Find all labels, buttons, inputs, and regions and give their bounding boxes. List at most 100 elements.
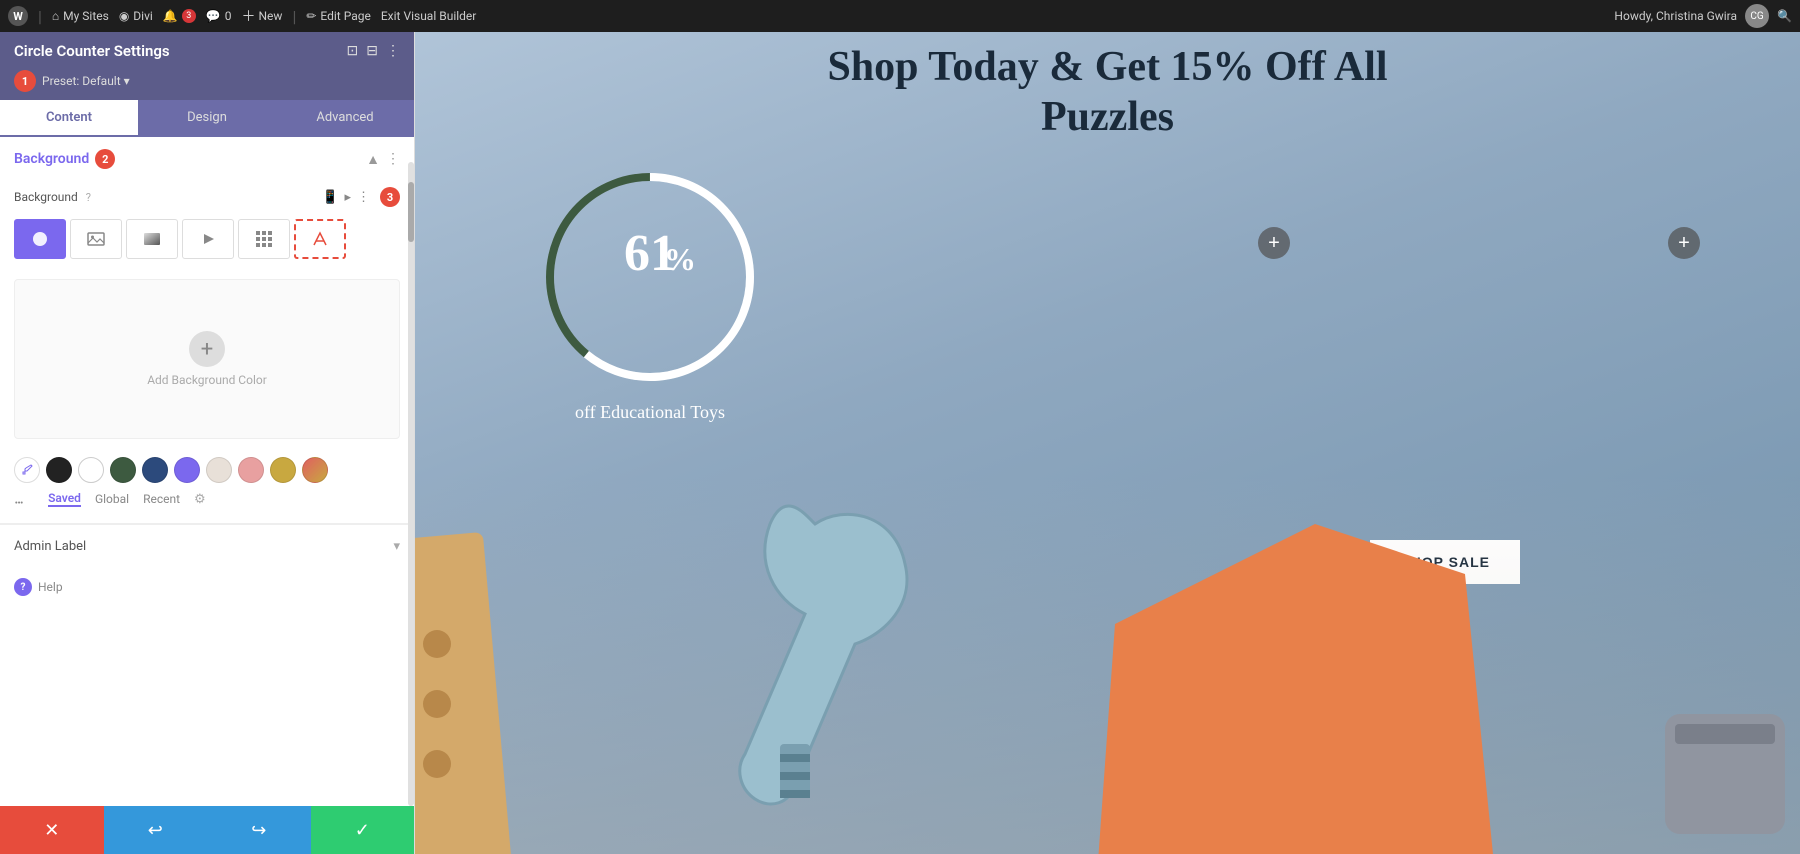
add-background-label: Add Background Color — [147, 373, 267, 387]
new-button[interactable]: ＋ New — [241, 6, 282, 26]
mobile-icon[interactable]: 📱 — [322, 190, 338, 205]
add-background-button[interactable]: + — [189, 331, 225, 367]
undo-button[interactable]: ↩ — [104, 806, 208, 854]
badge-3: 3 — [380, 187, 400, 207]
more-options-icon[interactable]: ⋮ — [386, 43, 400, 59]
admin-label-section: Admin Label ▾ — [0, 524, 414, 568]
responsive-icon[interactable]: ⊡ — [347, 43, 359, 59]
color-picker-area: + Add Background Color — [14, 279, 400, 439]
swatch-dark-green[interactable] — [110, 457, 136, 483]
section-more-icon[interactable]: ⋮ — [386, 151, 400, 167]
circle-counter-widget: 61 % off Educational Toys — [535, 162, 765, 423]
circle-svg: 61 % — [535, 162, 765, 392]
swatch-black[interactable] — [46, 457, 72, 483]
admin-label-title: Admin Label — [14, 539, 86, 554]
redo-button[interactable]: ↪ — [207, 806, 311, 854]
background-help-icon[interactable]: ? — [86, 191, 91, 204]
bg-type-video-button[interactable] — [182, 219, 234, 259]
tab-advanced[interactable]: Advanced — [276, 100, 414, 137]
badge-1: 1 — [14, 70, 36, 92]
left-panel: Circle Counter Settings ⊡ ⊟ ⋮ 1 Preset: … — [0, 32, 415, 854]
divi-icon: ◉ — [119, 9, 129, 23]
divi-menu[interactable]: ◉ Divi — [119, 9, 153, 23]
exit-visual-builder-button[interactable]: Exit Visual Builder — [381, 9, 477, 23]
admin-bar-right: Howdy, Christina Gwira CG 🔍 — [1614, 4, 1792, 28]
chevron-up-icon[interactable]: ▲ — [366, 151, 380, 168]
admin-label-chevron-icon: ▾ — [393, 539, 400, 554]
sites-icon: ⌂ — [52, 9, 59, 23]
pencil-icon: ✏ — [306, 9, 316, 23]
color-swatches-row — [14, 457, 400, 483]
circle-label: off Educational Toys — [575, 402, 725, 423]
comment-count[interactable]: 💬 0 — [206, 9, 232, 23]
color-tab-recent[interactable]: Recent — [143, 492, 180, 506]
panel-scrollbar-thumb — [408, 182, 414, 242]
panel-title: Circle Counter Settings — [14, 42, 170, 60]
bg-type-mask-button[interactable] — [294, 219, 346, 259]
edit-page-button[interactable]: ✏ Edit Page — [306, 9, 371, 23]
howdy-text: Howdy, Christina Gwira — [1614, 9, 1737, 23]
tabs-row: Content Design Advanced — [0, 100, 414, 137]
panel-header-icons: ⊡ ⊟ ⋮ — [347, 43, 400, 59]
tab-content[interactable]: Content — [0, 100, 138, 137]
admin-label-header[interactable]: Admin Label ▾ — [14, 539, 400, 554]
color-settings-gear-icon[interactable]: ⚙ — [194, 492, 206, 507]
color-tab-saved[interactable]: Saved — [48, 491, 81, 507]
panel-header: Circle Counter Settings ⊡ ⊟ ⋮ — [0, 32, 414, 68]
toy-background — [415, 474, 1800, 854]
swatch-white[interactable] — [78, 457, 104, 483]
bg-type-image-button[interactable] — [70, 219, 122, 259]
swatch-purple[interactable] — [174, 457, 200, 483]
ellipsis-icon[interactable]: ⋮ — [357, 190, 370, 205]
swatch-gradient[interactable] — [302, 457, 328, 483]
plus-icon: + — [201, 337, 213, 362]
background-label: Background — [14, 190, 78, 204]
admin-bar-left: W | ⌂ My Sites ◉ Divi 🔔 3 💬 0 ＋ New | ✏ … — [8, 6, 476, 26]
save-button[interactable]: ✓ — [311, 806, 415, 854]
background-section: Background 2 ▲ ⋮ Background ? 📱 ▸ ⋮ — [0, 137, 414, 524]
swatch-light-beige[interactable] — [206, 457, 232, 483]
panel-scrollbar[interactable] — [408, 162, 414, 806]
chevron-down-icon: ▾ — [124, 74, 130, 88]
color-tab-global[interactable]: Global — [95, 492, 129, 506]
cursor-icon[interactable]: ▸ — [344, 190, 351, 205]
bg-type-gradient-button[interactable] — [126, 219, 178, 259]
help-icon: ? — [14, 578, 32, 596]
more-swatches-button[interactable]: ··· — [14, 493, 22, 514]
page-headline: Shop Today & Get 15% Off All Puzzles — [415, 32, 1800, 163]
preset-label[interactable]: Preset: Default ▾ — [42, 74, 130, 88]
eyedropper-button[interactable] — [14, 457, 40, 483]
bg-type-color-button[interactable] — [14, 219, 66, 259]
admin-bar: W | ⌂ My Sites ◉ Divi 🔔 3 💬 0 ＋ New | ✏ … — [0, 0, 1800, 32]
svg-text:%: % — [664, 241, 696, 277]
cancel-button[interactable]: ✕ — [0, 806, 104, 854]
add-section-button-2[interactable]: + — [1668, 227, 1700, 259]
ring-icon: 🔔 — [163, 9, 178, 23]
help-label: Help — [38, 580, 63, 594]
swatch-gold[interactable] — [270, 457, 296, 483]
bg-type-pattern-button[interactable] — [238, 219, 290, 259]
comment-icon: 💬 — [206, 9, 221, 23]
help-row[interactable]: ? Help — [0, 568, 414, 606]
columns-icon[interactable]: ⊟ — [366, 43, 378, 59]
right-content-area: Shop Today & Get 15% Off All Puzzles 61 … — [415, 32, 1800, 854]
background-types-row — [0, 215, 414, 269]
my-sites-menu[interactable]: ⌂ My Sites — [52, 9, 109, 23]
main-layout: Circle Counter Settings ⊡ ⊟ ⋮ 1 Preset: … — [0, 32, 1800, 854]
wordpress-icon[interactable]: W — [8, 6, 28, 26]
badge-2: 2 — [95, 149, 115, 169]
add-section-button-1[interactable]: + — [1258, 227, 1290, 259]
swatch-dark-blue[interactable] — [142, 457, 168, 483]
preset-row: 1 Preset: Default ▾ — [0, 68, 414, 100]
background-section-header[interactable]: Background 2 ▲ ⋮ — [0, 137, 414, 181]
notif-count[interactable]: 🔔 3 — [163, 9, 196, 23]
user-avatar[interactable]: CG — [1745, 4, 1769, 28]
swatch-pink[interactable] — [238, 457, 264, 483]
section-actions: ▲ ⋮ — [366, 151, 400, 168]
tab-design[interactable]: Design — [138, 100, 276, 137]
color-tabs-row: Saved Global Recent ⚙ — [48, 491, 206, 515]
background-sub-row: Background ? 📱 ▸ ⋮ 3 — [0, 181, 414, 215]
background-sub-icons: 📱 ▸ ⋮ 3 — [322, 187, 400, 207]
search-icon[interactable]: 🔍 — [1777, 9, 1792, 23]
bottom-action-bar: ✕ ↩ ↪ ✓ — [0, 806, 414, 854]
